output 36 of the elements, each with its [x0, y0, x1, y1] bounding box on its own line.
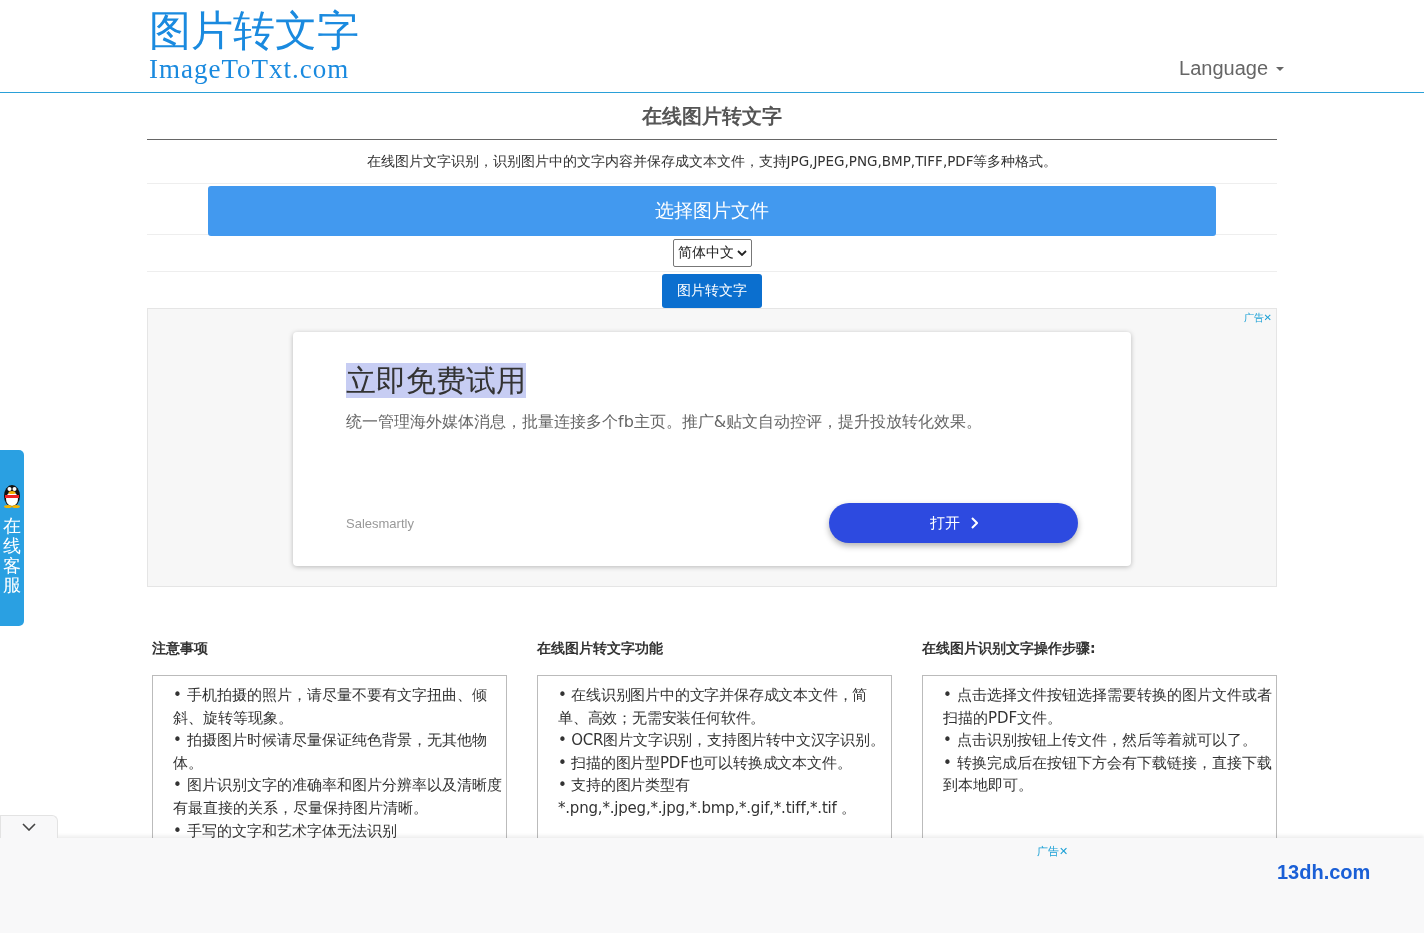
note-item: • 手机拍摄的照片，请尽量不要有文字扭曲、倾斜、旋转等现象。: [173, 685, 488, 729]
section-heading: 注意事项: [152, 639, 209, 658]
note-item: • 图片识别文字的准确率和图片分辨率以及清晰度有最直接的关系，尽量保持图片清晰。: [173, 775, 502, 819]
ad-text: 统一管理海外媒体消息，批量连接多个fb主页。推广&贴文自动控评，提升投放转化效果。: [346, 412, 984, 433]
note-item: • 在线识别图片中的文字并保存成文本文件，简单、高效；无需安装任何软件。: [558, 685, 869, 729]
language-select[interactable]: 简体中文: [672, 239, 752, 267]
open-button[interactable]: 打开: [829, 503, 1078, 543]
ad-headline[interactable]: 立即免费试用: [346, 363, 526, 398]
logo-subtitle[interactable]: ImageToTxt.com: [149, 55, 359, 83]
logo-title[interactable]: 图片转文字: [149, 7, 359, 55]
section-heading: 在线图片识别文字操作步骤:: [922, 639, 1097, 658]
note-item: • 支持的图片类型有 *.png,*.jpeg,*.jpg,*.bmp,*.gif,*.tiff,*.tif 。: [558, 775, 858, 819]
advertiser-name: Salesmartly: [346, 515, 414, 531]
penguin-icon: [2, 482, 22, 508]
ad-brand[interactable]: 13dh.com: [1277, 861, 1371, 884]
note-item: • 扫描的图片型PDF也可以转换成文本文件。: [558, 752, 853, 774]
online-service-tab[interactable]: 在线客服: [0, 450, 24, 626]
chevron-right-icon: [969, 517, 978, 529]
note-item: • OCR图片文字识别，支持图片转中文汉字识别。: [558, 730, 886, 752]
ad-label[interactable]: 广告✕: [1037, 844, 1069, 859]
choose-file-button[interactable]: 选择图片文件: [208, 186, 1216, 236]
note-item: • 转换完成后在按钮下方会有下载链接，直接下载到本地即可。: [943, 752, 1273, 797]
note-item: • 点击选择文件按钮选择需要转换的图片文件或者扫描的PDF文件。: [943, 685, 1273, 729]
note-item: • 拍摄图片时候请尽量保证纯色背景，无其他物体。: [173, 730, 488, 774]
section-heading: 在线图片转文字功能: [537, 639, 664, 658]
note-item: • 点击识别按钮上传文件，然后等着就可以了。: [943, 730, 1258, 752]
page-title: 在线图片转文字: [147, 93, 1277, 140]
note-item: • 手写的文字和艺术字体无法识别: [173, 820, 398, 842]
online-service-label: 在线客服: [3, 516, 21, 596]
description: 在线图片文字识别，识别图片中的文字内容并保存成文本文件，支持JPG,JPEG,PNG,BMP,TIFF,PDF等多种格式。: [366, 152, 1058, 171]
chevron-down-icon: [736, 250, 747, 256]
chevron-down-icon: [22, 823, 36, 831]
ad-label[interactable]: 广告✕: [1243, 311, 1272, 325]
language-menu[interactable]: Language: [1179, 57, 1284, 92]
convert-button[interactable]: 图片转文字: [662, 274, 762, 308]
collapse-button[interactable]: [0, 815, 58, 838]
